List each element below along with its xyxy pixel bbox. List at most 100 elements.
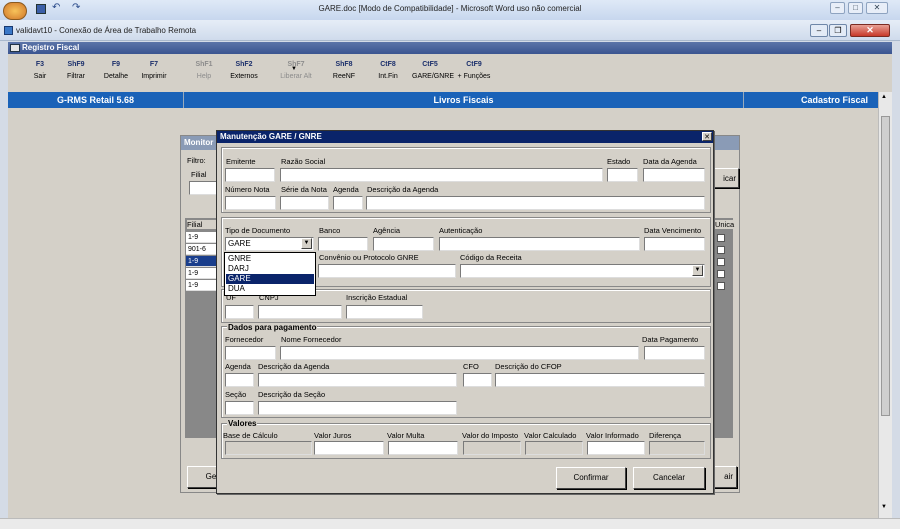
toolbar-button-ctf9[interactable]: CtF9 + Funções	[456, 59, 492, 83]
toolbar-label: Liberar Alt	[280, 73, 312, 80]
toolbar-key: ShF1	[195, 61, 213, 68]
data-pagamento-input[interactable]	[644, 346, 705, 360]
emitente-input[interactable]	[225, 168, 275, 182]
scroll-thumb[interactable]	[881, 116, 890, 416]
minimize-icon[interactable]: –	[830, 2, 845, 14]
horizontal-scrollbar[interactable]	[0, 518, 900, 529]
toolbar-label: Sair	[33, 73, 47, 80]
row-checkbox[interactable]	[717, 258, 725, 266]
descricao-agenda-input[interactable]	[366, 196, 705, 210]
scroll-down-icon[interactable]: ▼	[881, 504, 887, 510]
descricao-secao-input[interactable]	[258, 401, 457, 415]
cnpj-input[interactable]	[258, 305, 342, 319]
valor-juros-input[interactable]	[314, 441, 384, 455]
table-row[interactable]: 1-9	[186, 280, 220, 291]
valor-imposto-input	[463, 441, 521, 455]
rdp-close-icon[interactable]: ✕	[850, 24, 890, 37]
cfo-input[interactable]	[463, 373, 492, 387]
numero-nota-input[interactable]	[225, 196, 276, 210]
toolbar-button-shf2[interactable]: ShF2 Externos	[226, 59, 262, 83]
toolbar-button-f7[interactable]: F7 Imprimir	[136, 59, 172, 83]
toolbar-label: ReeNF	[332, 73, 356, 80]
data-agenda-input[interactable]	[643, 168, 705, 182]
toolbar-button-shf1: ShF1 Help	[186, 59, 222, 83]
serie-nota-input[interactable]	[280, 196, 329, 210]
dropdown-option[interactable]: DUA	[226, 284, 314, 294]
toolbar-button-ctf5[interactable]: CtF5 GARE/GNRE	[412, 59, 454, 83]
tipo-documento-dropdown-icon[interactable]: ▼	[301, 238, 312, 249]
toolbar-button-f9[interactable]: F9 Detalhe	[98, 59, 134, 83]
agenda2-label: Agenda	[225, 362, 251, 371]
valor-multa-input[interactable]	[388, 441, 458, 455]
convenio-input[interactable]	[318, 264, 456, 278]
dropdown-option[interactable]: DARJ	[226, 264, 314, 274]
vertical-scrollbar[interactable]: ▲ ▼	[878, 92, 892, 518]
close-icon[interactable]: ✕	[866, 2, 888, 14]
valor-informado-input[interactable]	[587, 441, 645, 455]
table-row[interactable]: 1-9	[186, 232, 220, 243]
descricao-secao-label: Descrição da Seção	[258, 390, 326, 399]
estado-label: Estado	[607, 157, 631, 166]
agencia-label: Agência	[373, 226, 401, 235]
tipo-documento-value: GARE	[228, 239, 251, 248]
base-calculo-label: Base de Cálculo	[223, 431, 278, 440]
scroll-up-icon[interactable]: ▲	[881, 94, 887, 100]
table-row[interactable]: 1-9	[186, 256, 220, 267]
confirm-button[interactable]: Confirmar	[556, 467, 626, 489]
estado-input[interactable]	[607, 168, 638, 182]
toolbar-key: ShF2	[235, 61, 253, 68]
toolbar-button-shf8[interactable]: ShF8 ReeNF	[326, 59, 362, 83]
descricao-cfop-input[interactable]	[495, 373, 705, 387]
row-checkbox[interactable]	[717, 282, 725, 290]
product-name: G-RMS Retail 5.68	[8, 92, 184, 108]
rdp-restore-icon[interactable]: ❐	[829, 24, 847, 37]
toolbar-button-f3[interactable]: F3 Sair	[22, 59, 58, 83]
codigo-receita-select[interactable]: ▼	[460, 264, 705, 278]
inscricao-estadual-label: Inscrição Estadual	[346, 293, 408, 302]
dropdown-option[interactable]: GARE	[226, 274, 314, 284]
cancel-button[interactable]: Cancelar	[633, 467, 705, 489]
toolbar-button-ctf8[interactable]: CtF8 Int.Fin	[370, 59, 406, 83]
rdp-icon	[4, 26, 13, 35]
valor-multa-label: Valor Multa	[387, 431, 425, 440]
toolbar-key: F3	[35, 61, 45, 68]
agencia-input[interactable]	[373, 237, 434, 251]
toolbar-label: Detalhe	[103, 73, 129, 80]
row-checkbox[interactable]	[717, 270, 725, 278]
table-row[interactable]: 1-9	[186, 268, 220, 279]
monitor-top-button[interactable]: icar	[713, 168, 739, 188]
secao-input[interactable]	[225, 401, 254, 415]
toolbar-label: Imprimir	[141, 73, 167, 80]
agenda-input[interactable]	[333, 196, 363, 210]
autenticacao-input[interactable]	[439, 237, 640, 251]
fornecedor-input[interactable]	[225, 346, 276, 360]
row-checkbox[interactable]	[717, 234, 725, 242]
table-row[interactable]: 901-6	[186, 244, 220, 255]
rdp-minimize-icon[interactable]: –	[810, 24, 828, 37]
dialog-close-icon[interactable]: ✕	[702, 132, 712, 141]
agenda-label: Agenda	[333, 185, 359, 194]
maximize-icon[interactable]: □	[848, 2, 863, 14]
grid-right-header: Unica	[715, 220, 735, 229]
razao-social-input[interactable]	[280, 168, 603, 182]
razao-social-label: Razão Social	[281, 157, 326, 166]
dropdown-option[interactable]: GNRE	[226, 254, 314, 264]
tipo-documento-select[interactable]: GARE ▼	[225, 237, 314, 251]
data-vencimento-input[interactable]	[644, 237, 705, 251]
toolbar-dropdown-icon[interactable]: ▼	[291, 66, 297, 72]
convenio-label: Convênio ou Protocolo GNRE	[319, 253, 419, 262]
toolbar-button-shf9[interactable]: ShF9 Filtrar	[58, 59, 94, 83]
banco-input[interactable]	[318, 237, 368, 251]
descricao-agenda2-input[interactable]	[258, 373, 457, 387]
dados-pagamento-title: Dados para pagamento	[227, 323, 318, 332]
nome-fornecedor-input[interactable]	[280, 346, 639, 360]
toolbar-key: F7	[149, 61, 159, 68]
filter-label: Filtro:	[187, 156, 206, 165]
uf-input[interactable]	[225, 305, 254, 319]
valor-informado-label: Valor Informado	[586, 431, 639, 440]
inscricao-estadual-input[interactable]	[346, 305, 423, 319]
monitor-right-button[interactable]: air	[713, 466, 737, 488]
agenda2-input[interactable]	[225, 373, 254, 387]
row-checkbox[interactable]	[717, 246, 725, 254]
codigo-receita-dropdown-icon[interactable]: ▼	[692, 265, 703, 276]
